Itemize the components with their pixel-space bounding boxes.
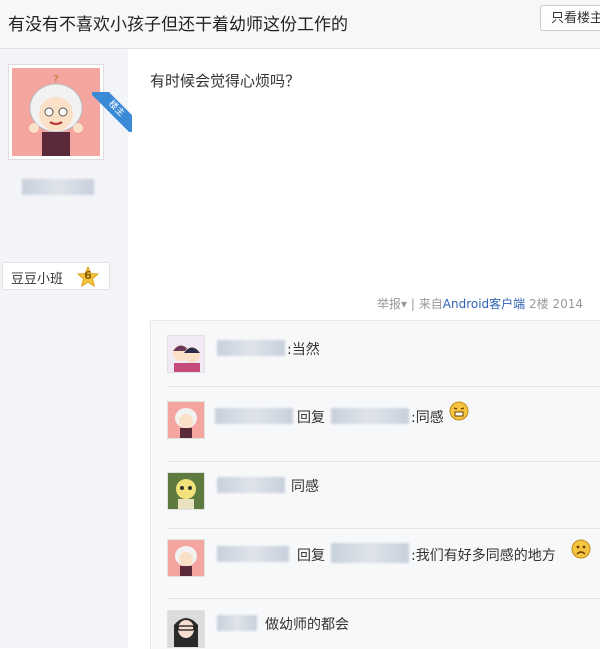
op-ribbon: 楼主 <box>92 92 132 132</box>
divider <box>167 386 600 387</box>
reply-word: 回复 <box>297 548 325 564</box>
reply-content: 同感 <box>291 479 319 495</box>
divider <box>167 461 600 462</box>
grandma-avatar-icon <box>168 540 204 576</box>
chevron-down-icon[interactable]: ▾ <box>401 297 407 311</box>
grimace-emoji-icon <box>449 401 469 421</box>
reply-word: 回复 <box>297 410 325 426</box>
reply-target-blurred[interactable] <box>331 543 409 563</box>
avatar[interactable] <box>167 401 205 439</box>
couple-avatar-icon <box>168 336 204 372</box>
reply-content: :当然 <box>287 342 320 358</box>
username-blurred[interactable] <box>217 340 285 356</box>
divider <box>167 528 600 529</box>
avatar[interactable] <box>167 610 205 648</box>
divider <box>167 598 600 599</box>
reply-content: :同感 <box>411 410 444 426</box>
sad-emoji-icon <box>571 539 591 559</box>
post-content: 有时候会觉得心烦吗？ <box>150 72 301 90</box>
username-blurred[interactable] <box>215 408 293 424</box>
client-link[interactable]: Android客户端 <box>443 297 525 311</box>
author-avatar[interactable]: ? <box>8 64 104 160</box>
doll-avatar-icon <box>168 473 204 509</box>
post-meta: 举报▾ | 来自Android客户端 2楼 2014 <box>377 297 584 311</box>
reply-content: :我们有好多同感的地方 <box>411 548 556 564</box>
username-blurred[interactable] <box>217 615 257 631</box>
floor-number: 2楼 <box>529 297 549 311</box>
avatar[interactable] <box>167 472 205 510</box>
level-badge: 6 <box>76 265 100 288</box>
username-blurred[interactable] <box>217 477 285 493</box>
grandma-avatar-icon <box>168 402 204 438</box>
avatar[interactable] <box>167 539 205 577</box>
girl-avatar-icon <box>168 611 204 647</box>
author-name-blurred[interactable] <box>22 179 94 195</box>
thread-header: 有没有不喜欢小孩子但还干着幼师这份工作的 只看楼主 <box>0 0 600 49</box>
badge-label: 豆豆小班 <box>11 272 64 287</box>
reply-list: :当然 回复 :同感 同感 回复:我们有好多同感的地方 做幼师的都会 <box>150 320 600 649</box>
username-blurred[interactable] <box>217 546 289 562</box>
author-panel: ? 楼主 豆豆小班 6 <box>0 49 132 648</box>
thread-title: 有没有不喜欢小孩子但还干着幼师这份工作的 <box>8 15 348 35</box>
member-badge[interactable]: 豆豆小班 6 <box>2 262 110 290</box>
reply-target-blurred[interactable] <box>331 408 409 424</box>
post-time: 2014 <box>552 297 584 311</box>
svg-text:?: ? <box>53 74 58 85</box>
only-op-button[interactable]: 只看楼主 <box>540 5 600 31</box>
reply-content: 做幼师的都会 <box>265 617 349 633</box>
avatar[interactable] <box>167 335 205 373</box>
grandma-avatar-icon: ? <box>12 68 100 156</box>
report-link[interactable]: 举报 <box>377 297 401 311</box>
